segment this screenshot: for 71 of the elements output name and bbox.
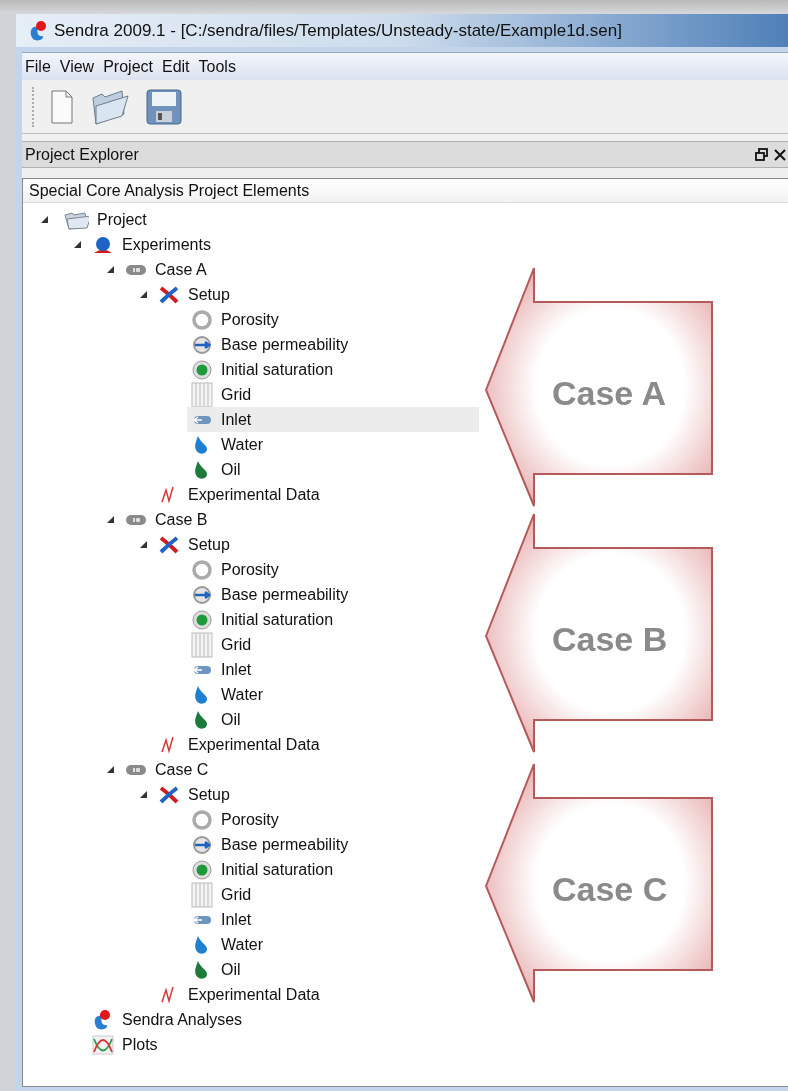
dot-in-circle-icon: [191, 858, 213, 881]
ring-icon: [191, 808, 213, 831]
tree-item[interactable]: Experimental Data: [154, 982, 320, 1007]
tree-item[interactable]: Case B: [121, 507, 208, 532]
menu-item[interactable]: Project: [103, 54, 153, 79]
app-logo-icon: [28, 19, 48, 42]
tree-item[interactable]: Project: [55, 207, 147, 232]
tree-item[interactable]: Case A: [121, 257, 207, 282]
tree-item[interactable]: Initial saturation: [187, 857, 334, 882]
tree-item[interactable]: Water: [187, 432, 264, 457]
tree-item[interactable]: Porosity: [187, 557, 279, 582]
save-icon[interactable]: [146, 88, 182, 125]
menu-item[interactable]: View: [59, 54, 95, 79]
tree-item[interactable]: Sendra Analyses: [88, 1007, 243, 1032]
tree-item[interactable]: Oil: [187, 707, 241, 732]
callout-label: Case A: [552, 373, 667, 414]
tree-item[interactable]: Grid: [187, 382, 252, 407]
dot-in-circle-icon: [191, 608, 213, 631]
arrow-circle-icon: [191, 833, 213, 856]
tree-item[interactable]: Initial saturation: [187, 607, 334, 632]
callout-label: Case C: [552, 869, 668, 910]
tree-item[interactable]: Setup: [154, 532, 230, 557]
tree-item[interactable]: Water: [187, 932, 264, 957]
collapse-arrow-icon[interactable]: [105, 765, 115, 774]
window-title: Sendra 2009.1 - [C:/sendra/files/Templates/Unsteady-state/Example1d.sen]: [54, 19, 622, 42]
collapse-arrow-icon[interactable]: [105, 515, 115, 524]
tree-item[interactable]: Oil: [187, 957, 241, 982]
collapse-arrow-icon[interactable]: [138, 540, 148, 549]
tree-item[interactable]: Base permeability: [187, 582, 349, 607]
open-folder-icon[interactable]: [90, 87, 130, 126]
arrow-circle-icon: [191, 583, 213, 606]
collapse-arrow-icon[interactable]: [39, 215, 49, 224]
tree-item[interactable]: Case C: [121, 757, 209, 782]
tree-item[interactable]: Grid: [187, 882, 252, 907]
tree-item[interactable]: Setup: [154, 782, 230, 807]
grid-icon: [191, 631, 213, 658]
tree-item[interactable]: Base permeability: [187, 332, 349, 357]
grid-icon: [191, 881, 213, 908]
collapse-arrow-icon[interactable]: [138, 790, 148, 799]
tree-item[interactable]: Experimental Data: [154, 732, 320, 757]
tree-item[interactable]: Water: [187, 682, 264, 707]
dot-in-circle-icon: [191, 358, 213, 381]
tree-item[interactable]: Oil: [187, 457, 241, 482]
panel-title: Project Explorer: [25, 144, 139, 165]
tree-item[interactable]: Base permeability: [187, 832, 349, 857]
plot-icon: [92, 1033, 114, 1056]
tree-item[interactable]: Inlet: [187, 907, 252, 932]
tree-item[interactable]: Setup: [154, 282, 230, 307]
arrow-circle-icon: [191, 333, 213, 356]
ring-icon: [191, 558, 213, 581]
tree-item[interactable]: Plots: [88, 1032, 158, 1057]
menu-item[interactable]: Tools: [198, 54, 236, 79]
callout-label: Case B: [552, 619, 668, 660]
grid-icon: [191, 381, 213, 408]
tree-item[interactable]: Grid: [187, 632, 252, 657]
panel-heading: Special Core Analysis Project Elements: [29, 180, 310, 201]
collapse-arrow-icon[interactable]: [138, 290, 148, 299]
collapse-arrow-icon[interactable]: [72, 240, 82, 249]
tree-item[interactable]: Experiments: [88, 232, 211, 257]
tree-item[interactable]: Inlet: [187, 657, 252, 682]
ring-icon: [191, 308, 213, 331]
menu-item[interactable]: Edit: [161, 54, 190, 79]
menu-item[interactable]: File: [25, 54, 51, 79]
tree-item[interactable]: Porosity: [187, 807, 279, 832]
tree-item[interactable]: Porosity: [187, 307, 279, 332]
close-icon[interactable]: [774, 148, 786, 161]
tree-item[interactable]: Initial saturation: [187, 357, 334, 382]
collapse-arrow-icon[interactable]: [105, 265, 115, 274]
tree-item[interactable]: Experimental Data: [154, 482, 320, 507]
tree-item[interactable]: Inlet: [187, 407, 479, 432]
restore-icon[interactable]: [755, 148, 768, 161]
